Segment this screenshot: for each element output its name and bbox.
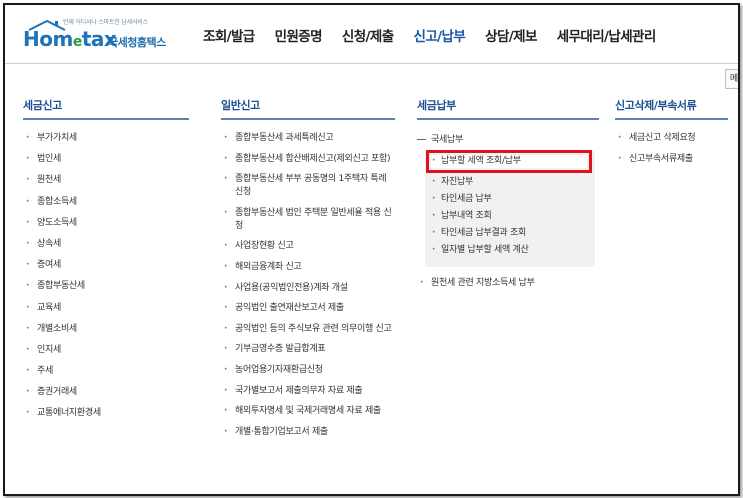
list-item[interactable]: 개별소비세 <box>23 323 189 336</box>
list-item[interactable]: 종합부동산세 법인 주택분 일반세율 적용 신청 <box>221 207 395 233</box>
hometax-menu-window: 언제 어디서나 스마트한 납세서비스 Hometax 국세청홈택스 조회/발급 … <box>3 3 740 496</box>
delete-docs-list: 세금신고 삭제요청 신고부속서류제출 <box>615 132 728 166</box>
list-item[interactable]: 양도소득세 <box>23 217 189 230</box>
list-item[interactable]: 농어업용기자재환급신청 <box>221 364 395 377</box>
column-general-filing: 일반신고 종합부동산세 과세특례신고 종합부동산세 합산배제신고(제외신고 포함… <box>221 97 395 446</box>
payment-history-link[interactable]: 납부내역 조회 <box>431 210 589 223</box>
column-title-delete-docs: 신고삭제/부속서류 <box>615 97 728 120</box>
tax-filing-list: 부가가치세 법인세 원천세 종합소득세 양도소득세 상속세 증여세 종합부동산세… <box>23 132 189 420</box>
logo-brand: Hometax <box>23 27 117 51</box>
nav-inquiry-issuance[interactable]: 조회/발급 <box>203 25 255 49</box>
national-tax-payment-group[interactable]: 국세납부 <box>417 132 599 145</box>
logo-brand-e: e <box>72 34 83 50</box>
menu-util-button[interactable]: 메 <box>725 69 738 89</box>
list-item[interactable]: 사업용(공익법인전용)계좌 개설 <box>221 282 395 295</box>
list-item[interactable]: 부가가치세 <box>23 132 189 145</box>
list-item[interactable]: 해외투자명세 및 국제거래명세 자료 제출 <box>221 405 395 418</box>
general-filing-list: 종합부동산세 과세특례신고 종합부동산세 합산배제신고(제외신고 포함) 종합부… <box>221 132 395 439</box>
daily-tax-calculation-link[interactable]: 일자별 납부할 세액 계산 <box>431 244 589 257</box>
list-item[interactable]: 원천세 관련 지방소득세 납부 <box>417 277 599 290</box>
list-item[interactable]: 상속세 <box>23 238 189 251</box>
list-item[interactable]: 사업장현황 신고 <box>221 240 395 253</box>
self-payment-link[interactable]: 자진납부 <box>431 176 589 189</box>
logo-brand-korean: 국세청홈택스 <box>108 36 166 49</box>
nav-tax-agent-management[interactable]: 세무대리/납세관리 <box>557 25 656 49</box>
list-item[interactable]: 공익법인 출연재산보고서 제출 <box>221 302 395 315</box>
column-delete-docs: 신고삭제/부속서류 세금신고 삭제요청 신고부속서류제출 <box>615 97 728 174</box>
list-item[interactable]: 세금신고 삭제요청 <box>615 132 728 145</box>
column-title-tax-filing: 세금신고 <box>23 97 189 120</box>
list-item[interactable]: 주세 <box>23 365 189 378</box>
payment-submenu: 납부할 세액 조회/납부 자진납부 타인세금 납부 납부내역 조회 타인세금 납… <box>425 150 595 267</box>
list-item[interactable]: 법인세 <box>23 153 189 166</box>
payable-tax-inquiry-link[interactable]: 납부할 세액 조회/납부 <box>426 150 592 173</box>
list-item[interactable]: 국가별보고서 제출의무자 자료 제출 <box>221 385 395 398</box>
list-item[interactable]: 종합부동산세 합산배제신고(제외신고 포함) <box>221 153 395 166</box>
list-item[interactable]: 신고부속서류제출 <box>615 153 728 166</box>
other-person-payment-result-link[interactable]: 타인세금 납부결과 조회 <box>431 227 589 240</box>
list-item[interactable]: 증권거래세 <box>23 386 189 399</box>
main-nav: 조회/발급 민원증명 신청/제출 신고/납부 상담/제보 세무대리/납세관리 <box>203 25 676 49</box>
nav-consultation-report[interactable]: 상담/제보 <box>485 25 537 49</box>
nav-filing-payment[interactable]: 신고/납부 <box>414 25 466 49</box>
list-item[interactable]: 인지세 <box>23 344 189 357</box>
list-item[interactable]: 개별·통합기업보고서 제출 <box>221 426 395 439</box>
column-title-tax-payment: 세금납부 <box>417 97 599 120</box>
list-item[interactable]: 증여세 <box>23 259 189 272</box>
column-tax-payment: 세금납부 국세납부 납부할 세액 조회/납부 자진납부 타인세금 납부 납부내역… <box>417 97 599 290</box>
group-label: 국세납부 <box>431 135 463 145</box>
other-person-tax-payment-link[interactable]: 타인세금 납부 <box>431 193 589 206</box>
logo-brand-home: Hom <box>23 27 73 51</box>
hometax-logo[interactable]: 언제 어디서나 스마트한 납세서비스 Hometax 국세청홈택스 <box>23 17 183 51</box>
list-item[interactable]: 공익법인 등의 주식보유 관련 의무이행 신고 <box>221 323 395 336</box>
tax-payment-extra-list: 원천세 관련 지방소득세 납부 <box>417 277 599 290</box>
top-header: 언제 어디서나 스마트한 납세서비스 Hometax 국세청홈택스 조회/발급 … <box>5 5 738 64</box>
nav-civil-certificates[interactable]: 민원증명 <box>275 25 323 49</box>
list-item[interactable]: 기부금영수증 발급합계표 <box>221 343 395 356</box>
list-item[interactable]: 교통에너지환경세 <box>23 407 189 420</box>
list-item[interactable]: 종합부동산세 과세특례신고 <box>221 132 395 145</box>
list-item[interactable]: 교육세 <box>23 302 189 315</box>
nav-application-submission[interactable]: 신청/제출 <box>342 25 394 49</box>
logo-tagline: 언제 어디서나 스마트한 납세서비스 <box>63 19 148 26</box>
column-title-general-filing: 일반신고 <box>221 97 395 120</box>
list-item[interactable]: 종합부동산세 부부 공동명의 1주택자 특례 신청 <box>221 173 395 199</box>
column-tax-filing: 세금신고 부가가치세 법인세 원천세 종합소득세 양도소득세 상속세 증여세 종… <box>23 97 189 429</box>
list-item[interactable]: 종합소득세 <box>23 196 189 209</box>
list-item[interactable]: 해외금융계좌 신고 <box>221 261 395 274</box>
list-item[interactable]: 원천세 <box>23 174 189 187</box>
dash-icon <box>417 139 426 140</box>
list-item[interactable]: 종합부동산세 <box>23 280 189 293</box>
